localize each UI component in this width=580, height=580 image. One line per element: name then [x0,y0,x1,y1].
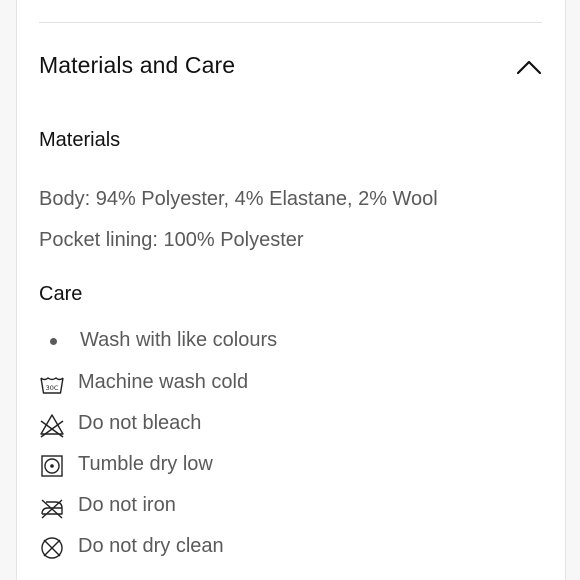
wash-tub-30c-icon: 30C [40,377,64,394]
do-not-iron-icon [41,499,63,519]
care-item-label: Machine wash cold [78,371,249,393]
do-not-dry-clean-icon [41,537,63,559]
care-item-tumble-dry: Tumble dry low [39,451,519,481]
care-item-bleach: Do not bleach [39,410,519,440]
materials-care-accordion-header[interactable]: Materials and Care [39,48,542,88]
materials-heading: Materials [39,129,121,151]
section-title: Materials and Care [39,52,236,78]
material-line-body: Body: 94% Polyester, 4% Elastane, 2% Woo… [39,188,438,210]
material-line-pocket: Pocket lining: 100% Polyester [39,229,304,251]
care-bullet-label: Wash with like colours [80,329,278,351]
care-item-wash: 30C Machine wash cold [39,369,519,399]
chevron-up-icon[interactable] [516,58,542,76]
tumble-dry-low-icon [41,455,63,477]
care-heading: Care [39,283,83,305]
care-item-label: Do not dry clean [78,535,224,557]
bullet-icon [50,338,57,345]
care-item-label: Do not bleach [78,412,202,434]
care-bullet-item: Wash with like colours [39,327,519,357]
care-item-dry-clean: Do not dry clean [39,533,519,563]
do-not-bleach-icon [40,414,64,438]
care-item-label: Do not iron [78,494,176,516]
svg-text:30C: 30C [46,384,59,392]
care-item-iron: Do not iron [39,492,519,522]
section-divider [39,22,542,23]
care-item-label: Tumble dry low [78,453,213,475]
